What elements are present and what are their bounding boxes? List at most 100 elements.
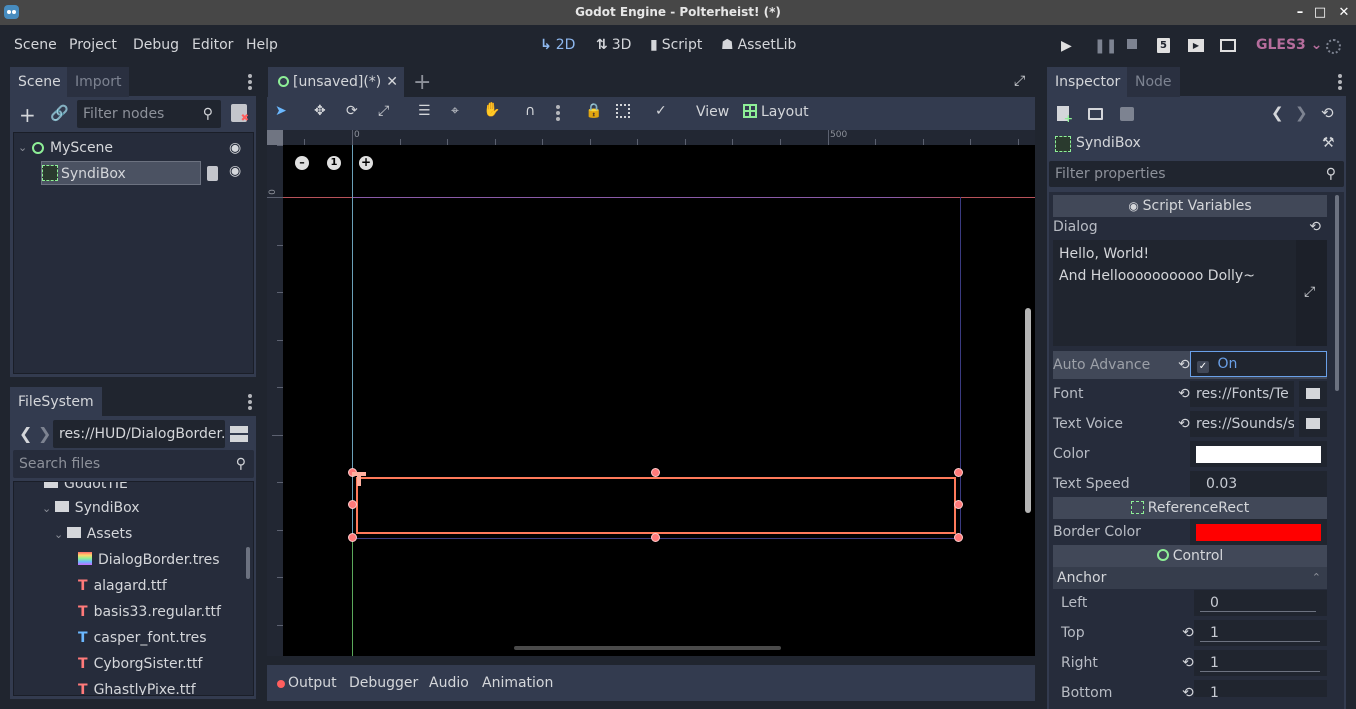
snap-icon[interactable]: ∩ (525, 103, 535, 119)
stop-icon[interactable] (1127, 39, 1137, 49)
node-tools-icon[interactable]: ⚒ (1322, 135, 1335, 151)
menu-help[interactable]: Help (246, 37, 278, 53)
workspace-2d[interactable]: ↳ 2D (540, 37, 575, 53)
clear-script-icon[interactable]: ✖ (231, 104, 249, 124)
tree-item-syndibox[interactable]: SyndiBox (41, 161, 201, 185)
maximize-icon[interactable]: □ (1308, 0, 1332, 25)
link-icon[interactable]: 🔗 (50, 104, 69, 122)
load-resource-icon[interactable] (1088, 108, 1103, 120)
inspector-scrollbar[interactable] (1335, 195, 1339, 391)
file-item[interactable]: Tbasis33.regular.ttf (78, 600, 221, 624)
lock-icon[interactable]: 🔒 (585, 103, 602, 119)
text-voice-resource-field[interactable]: res://Sounds/s (1190, 411, 1294, 437)
revert-icon[interactable]: ⟲ (1182, 649, 1194, 677)
rotate-mode-icon[interactable]: ⟳ (346, 103, 358, 119)
file-item-syndibox[interactable]: ⌄ SyndiBox (42, 496, 140, 520)
pivot-mode-icon[interactable]: ⌖ (451, 103, 459, 119)
file-item[interactable]: Talagard.ttf (78, 574, 167, 598)
menu-debug[interactable]: Debug (133, 37, 179, 53)
revert-icon[interactable]: ⟲ (1178, 351, 1190, 379)
anchor-left-slider[interactable]: 0 (1194, 590, 1327, 616)
layout-menu[interactable]: Layout (743, 104, 809, 120)
history-back-icon[interactable]: ❮ (1271, 104, 1284, 122)
section-control[interactable]: Control (1053, 545, 1327, 567)
viewport-vscrollbar[interactable] (1025, 308, 1031, 513)
resize-handle[interactable] (954, 468, 963, 477)
script-attached-icon[interactable] (207, 166, 218, 181)
color-swatch[interactable] (1196, 446, 1321, 463)
scene-dock-menu-icon[interactable] (248, 74, 252, 90)
expand-editor-icon[interactable]: ⤢ (1304, 284, 1315, 300)
tab-import[interactable]: Import (67, 67, 130, 97)
tab-filesystem[interactable]: FileSystem (10, 387, 102, 417)
file-item[interactable]: T GhastlyPixe.ttf (78, 678, 196, 695)
split-view-icon[interactable] (230, 426, 248, 442)
file-item-assets[interactable]: ⌄ Assets (54, 522, 132, 546)
anchor-bottom-slider[interactable]: 1 (1194, 680, 1327, 697)
filter-properties-input[interactable]: Filter properties ⚲ (1049, 161, 1344, 187)
visibility-eye-icon[interactable]: ◉ (229, 163, 241, 179)
workspace-script[interactable]: ▮ Script (650, 37, 702, 53)
group-icon[interactable] (616, 104, 630, 118)
resize-handle[interactable] (651, 533, 660, 542)
pan-hand-icon[interactable]: ✋ (483, 102, 500, 118)
collapse-arrow-icon[interactable]: ⌄ (18, 136, 27, 160)
section-script-variables[interactable]: ◉ Script Variables (1053, 195, 1327, 217)
filter-nodes-input[interactable]: Filter nodes ⚲ (77, 100, 221, 128)
new-resource-icon[interactable]: + (1057, 106, 1073, 125)
visibility-eye-icon[interactable]: ◉ (229, 136, 241, 160)
workspace-assetlib[interactable]: ☗ AssetLib (721, 37, 796, 53)
tab-inspector[interactable]: Inspector (1047, 67, 1129, 97)
file-tree-scrollbar[interactable] (246, 547, 250, 579)
anchor-right-slider[interactable]: 1 (1194, 650, 1327, 676)
tab-scene[interactable]: Scene (10, 67, 69, 97)
inspector-menu-icon[interactable] (1338, 74, 1342, 90)
search-files-input[interactable]: Search files ⚲ (13, 450, 254, 478)
scale-mode-icon[interactable]: ⤢ (378, 103, 389, 119)
tab-animation[interactable]: Animation (482, 675, 553, 691)
close-tab-icon[interactable]: ✕ (386, 67, 398, 97)
revert-icon[interactable]: ⟲ (1182, 619, 1194, 647)
add-node-icon[interactable]: + (19, 103, 36, 127)
workspace-3d[interactable]: ⇅ 3D (596, 37, 631, 53)
dialog-textarea[interactable]: Hello, World! And Helloooooooooo Dolly~ (1053, 240, 1296, 346)
tab-debugger[interactable]: Debugger (349, 675, 418, 691)
menu-project[interactable]: Project (69, 37, 117, 53)
back-icon[interactable]: ❮ (19, 424, 32, 443)
revert-icon[interactable]: ⟲ (1178, 410, 1190, 438)
renderer-select[interactable]: GLES3 ⌄ (1256, 37, 1322, 53)
resize-handle[interactable] (348, 533, 357, 542)
zoom-out-icon[interactable]: – (295, 156, 309, 170)
pause-icon[interactable]: ❚❚ (1094, 38, 1117, 54)
forward-icon[interactable]: ❯ (38, 424, 51, 443)
anchor-group-header[interactable]: Anchor ⌃ (1053, 567, 1327, 589)
snap-options-icon[interactable] (556, 105, 560, 121)
revert-icon[interactable]: ⟲ (1178, 380, 1190, 408)
resize-handle[interactable] (954, 500, 963, 509)
view-menu[interactable]: View (696, 104, 729, 120)
close-icon[interactable]: ✕ (1332, 0, 1356, 25)
tree-item-myscene[interactable]: ⌄ MyScene ◉ (18, 136, 248, 160)
font-resource-field[interactable]: res://Fonts/Te (1190, 381, 1294, 407)
tab-unsaved-scene[interactable]: [unsaved](*) ✕ (268, 67, 404, 97)
border-color-swatch[interactable] (1196, 524, 1321, 541)
revert-icon[interactable]: ⟲ (1309, 215, 1321, 239)
play-scene-icon[interactable]: ▶ (1188, 39, 1204, 52)
distraction-free-icon[interactable]: ⤢ (1014, 73, 1025, 89)
tab-audio[interactable]: Audio (429, 675, 469, 691)
canvas-viewport[interactable] (267, 130, 1035, 656)
revert-icon[interactable]: ⟲ (1182, 679, 1194, 697)
auto-advance-checkbox[interactable]: ✓ On (1190, 351, 1327, 377)
resize-handle[interactable] (348, 500, 357, 509)
file-item-godottie[interactable]: GodotTIE (44, 482, 128, 496)
resize-handle[interactable] (954, 533, 963, 542)
object-history-icon[interactable]: ⟲ (1321, 104, 1334, 122)
filesystem-menu-icon[interactable] (248, 394, 252, 410)
syndibox-selection-rect[interactable] (356, 477, 956, 534)
zoom-in-icon[interactable]: + (359, 156, 373, 170)
bone-icon[interactable]: ✓ (655, 103, 667, 119)
file-item[interactable]: Tcasper_font.tres (78, 626, 207, 650)
tab-output[interactable]: Output (288, 675, 337, 691)
history-forward-icon[interactable]: ❯ (1295, 104, 1308, 122)
resize-handle[interactable] (651, 468, 660, 477)
